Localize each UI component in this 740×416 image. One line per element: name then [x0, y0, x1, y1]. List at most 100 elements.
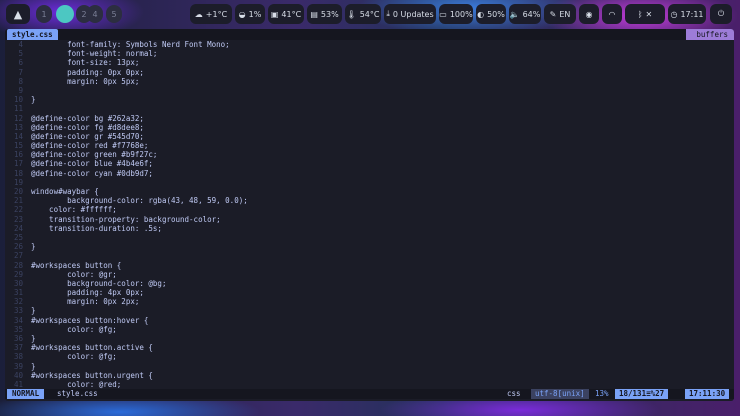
bluetooth-module[interactable]: ᛒ ✕: [625, 4, 665, 24]
line-text: }: [31, 361, 36, 371]
line-number: 18: [13, 168, 23, 178]
code-line[interactable]: 5 font-weight: normal;: [5, 49, 734, 58]
code-line[interactable]: 37 #workspaces button.active {: [5, 343, 734, 352]
top-bar: ▲ 1 2 4 5 ☁ +1°C ◒ 1% ▣ 41°C ▤ 53% 🌡 54°…: [0, 0, 740, 29]
battery-module[interactable]: ▭ 100%: [439, 4, 473, 24]
code-line[interactable]: 33}: [5, 306, 734, 315]
brightness-value: 50%: [487, 9, 505, 19]
code-line[interactable]: 17 @define-color blue #4b4e6f;: [5, 159, 734, 168]
language-module[interactable]: ✎ EN: [544, 4, 576, 24]
workspace-5[interactable]: 5: [106, 5, 122, 23]
line-text: margin: 0px 5px;: [31, 76, 140, 86]
code-line[interactable]: 38 color: @fg;: [5, 352, 734, 361]
line-text: @define-color cyan #0db9d7;: [31, 168, 153, 178]
weather-module[interactable]: ☁ +1°C: [190, 4, 232, 24]
line-number: 22: [13, 205, 23, 215]
code-line[interactable]: 13 @define-color fg #d8dee8;: [5, 123, 734, 132]
code-line[interactable]: 20 window#waybar {: [5, 187, 734, 196]
workspace-4[interactable]: 4: [87, 5, 103, 23]
code-line[interactable]: 15 @define-color red #f7768e;: [5, 141, 734, 150]
line-text: margin: 0px 2px;: [31, 297, 140, 307]
line-text: color: #ffffff;: [31, 205, 117, 215]
code-line[interactable]: 10}: [5, 95, 734, 104]
line-number: 34: [13, 315, 23, 325]
code-line[interactable]: 9: [5, 86, 734, 95]
code-line[interactable]: 30 background-color: @bg;: [5, 279, 734, 288]
workspace-3-active[interactable]: [56, 5, 74, 23]
code-line[interactable]: 27: [5, 251, 734, 260]
code-line[interactable]: 23 transition-property: background-color…: [5, 215, 734, 224]
code-line[interactable]: 32 margin: 0px 2px;: [5, 297, 734, 306]
code-line[interactable]: 29 color: @gr;: [5, 270, 734, 279]
line-number: 40: [13, 370, 23, 380]
mode-indicator: NORMAL: [7, 389, 45, 399]
line-number: 14: [13, 131, 23, 141]
code-line[interactable]: 40 #workspaces button.urgent {: [5, 371, 734, 380]
line-text: color: @gr;: [31, 269, 117, 279]
line-text: background-color: @bg;: [31, 278, 167, 288]
line-text: #workspaces button.urgent {: [31, 370, 153, 380]
status-percent: 13%: [595, 389, 609, 398]
cpu-temp-module[interactable]: ▣ 41°C: [268, 4, 304, 24]
thermometer-icon: 🌡: [346, 9, 357, 19]
line-number: 24: [13, 223, 23, 233]
memory-module[interactable]: ▤ 53%: [307, 4, 342, 24]
eye-module[interactable]: ◉: [579, 4, 599, 24]
workspace-1[interactable]: 1: [36, 5, 52, 23]
volume-value: 64%: [522, 9, 541, 19]
updates-module[interactable]: ⤓ 0 Updates: [384, 4, 436, 24]
power-button[interactable]: ⏻: [710, 4, 732, 24]
line-text: window#waybar {: [31, 187, 99, 196]
code-line[interactable]: 21 background-color: rgba(43, 48, 59, 0.…: [5, 196, 734, 205]
code-line[interactable]: 7 padding: 0px 0px;: [5, 68, 734, 77]
buffer-tab-style-css[interactable]: style.css: [7, 29, 58, 40]
volume-module[interactable]: 🔈 64%: [509, 4, 541, 24]
editor-window[interactable]: style.css buffers 4 font-family: Symbols…: [5, 29, 734, 401]
status-time: 17:11:30: [685, 389, 730, 399]
line-text: font-size: 13px;: [31, 58, 140, 68]
memory-value: 53%: [320, 9, 339, 19]
code-line[interactable]: 39}: [5, 362, 734, 371]
brightness-module[interactable]: ◐ 50%: [476, 4, 506, 24]
line-text: @define-color red #f7768e;: [31, 141, 149, 151]
line-text: #workspaces button {: [31, 260, 122, 270]
code-line[interactable]: 28 #workspaces button {: [5, 261, 734, 270]
line-number: 4: [18, 40, 23, 49]
arch-logo-icon: ▲: [13, 7, 23, 21]
code-line[interactable]: 16 @define-color green #b9f27c;: [5, 150, 734, 159]
code-line[interactable]: 18 @define-color cyan #0db9d7;: [5, 169, 734, 178]
code-line[interactable]: 41 color: @red;: [5, 380, 734, 389]
code-line[interactable]: 11: [5, 104, 734, 113]
line-number: 6: [18, 58, 23, 68]
code-line[interactable]: 6 font-size: 13px;: [5, 58, 734, 67]
code-line[interactable]: 26}: [5, 242, 734, 251]
code-line[interactable]: 24 transition-duration: .5s;: [5, 224, 734, 233]
clock-module[interactable]: ◷ 17:11: [668, 4, 706, 24]
wifi-icon: ◠: [608, 9, 616, 19]
code-line[interactable]: 8 margin: 0px 5px;: [5, 77, 734, 86]
line-number: 10: [13, 95, 23, 105]
status-encoding: utf-8[unix]: [531, 389, 589, 399]
cpu-module[interactable]: ◒ 1%: [235, 4, 265, 24]
line-text: @define-color bg #262a32;: [31, 113, 144, 123]
code-line[interactable]: 19: [5, 178, 734, 187]
code-line[interactable]: 36}: [5, 334, 734, 343]
code-area[interactable]: 4 font-family: Symbols Nerd Font Mono; 5 …: [5, 40, 734, 389]
network-module[interactable]: ◠: [602, 4, 622, 24]
weather-value: +1°C: [205, 9, 228, 19]
code-line[interactable]: 31 padding: 4px 0px;: [5, 288, 734, 297]
code-line[interactable]: 4 font-family: Symbols Nerd Font Mono;: [5, 40, 734, 49]
gpu-temp-module[interactable]: 🌡 54°C: [345, 4, 381, 24]
code-line[interactable]: 34 #workspaces button:hover {: [5, 316, 734, 325]
line-number: 35: [13, 324, 23, 334]
code-line[interactable]: 35 color: @fg;: [5, 325, 734, 334]
memory-icon: ▤: [310, 9, 318, 19]
line-text: #workspaces button:hover {: [31, 315, 149, 325]
code-line[interactable]: 22 color: #ffffff;: [5, 205, 734, 214]
code-line[interactable]: 25: [5, 233, 734, 242]
code-line[interactable]: 14 @define-color gr #545d70;: [5, 132, 734, 141]
clock-value: 17:11: [680, 9, 704, 19]
launcher-button[interactable]: ▲: [6, 4, 30, 24]
line-number: 7: [18, 67, 23, 77]
code-line[interactable]: 12 @define-color bg #262a32;: [5, 114, 734, 123]
